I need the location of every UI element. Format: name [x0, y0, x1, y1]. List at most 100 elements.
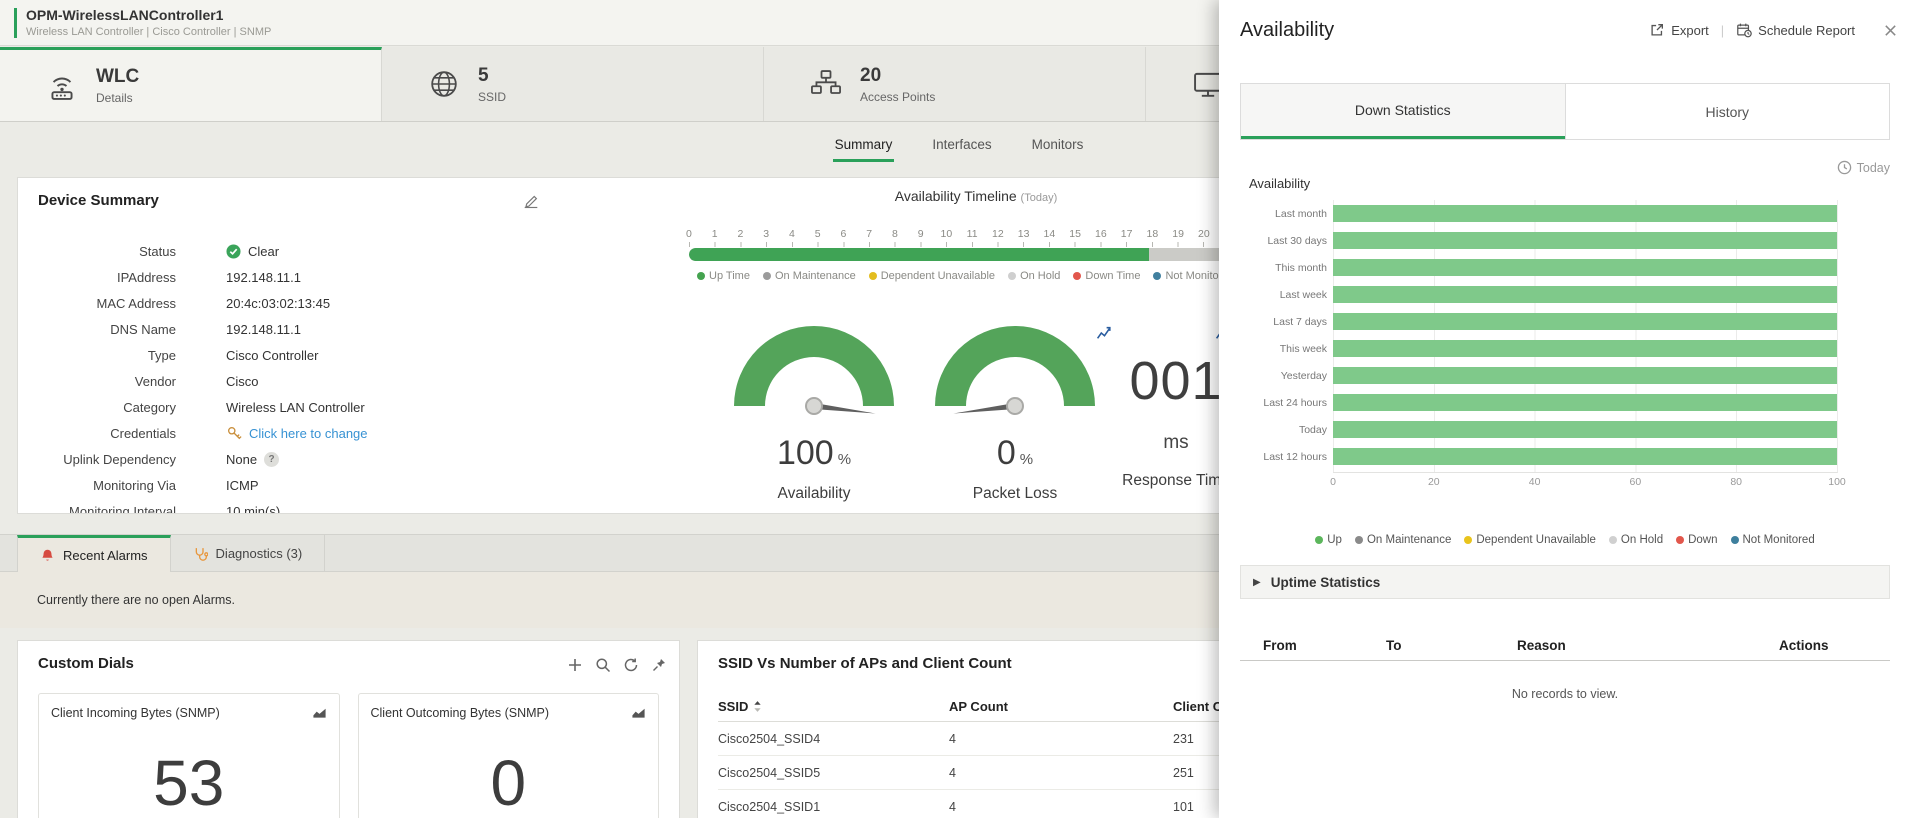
- chart-legend: Up On Maintenance Dependent Unavailable …: [1240, 534, 1890, 546]
- uptime-statistics-toggle[interactable]: ▶ Uptime Statistics: [1240, 565, 1890, 599]
- period-indicator[interactable]: Today: [1837, 160, 1890, 175]
- availability-bar-chart: Last month Last 30 days This month Last …: [1249, 200, 1837, 492]
- availability-bar: [1333, 394, 1837, 411]
- chart-row: Last 12 hours: [1249, 443, 1837, 470]
- legend-item: Not Monitored: [1731, 534, 1815, 546]
- availability-bar: [1333, 421, 1837, 438]
- sort-icon[interactable]: [753, 700, 762, 713]
- dial-value: 0: [359, 746, 659, 818]
- card-wlc-details[interactable]: WLC Details: [0, 47, 382, 121]
- legend-item: Up: [1315, 534, 1342, 546]
- field-dns-name: DNS Name 192.148.11.1: [18, 316, 578, 342]
- field-uplink-dependency: Uplink Dependency None ?: [18, 446, 578, 472]
- timeline-title: Availability Timeline (Today): [667, 188, 1285, 204]
- availability-bar: [1333, 286, 1837, 303]
- device-fields: Status Clear IPAddress 192.148.11.1 MAC …: [18, 238, 578, 514]
- status-value: Clear: [248, 244, 279, 259]
- header-accent-bar: [14, 8, 17, 38]
- card-value: WLC: [96, 66, 139, 88]
- field-monitoring-via: Monitoring Via ICMP: [18, 472, 578, 498]
- legend-item: On Maintenance: [763, 270, 856, 282]
- field-vendor: Vendor Cisco: [18, 368, 578, 394]
- card-label: Details: [96, 91, 139, 105]
- export-button[interactable]: Export: [1649, 22, 1709, 38]
- globe-icon: [426, 66, 462, 102]
- tab-down-statistics[interactable]: Down Statistics: [1241, 84, 1565, 139]
- device-title: OPM-WirelessLANController1: [26, 7, 271, 23]
- refresh-icon[interactable]: [623, 657, 639, 673]
- tab-monitors[interactable]: Monitors: [1030, 137, 1086, 162]
- records-header-row: From To Reason Actions: [1240, 630, 1890, 661]
- availability-bar: [1333, 340, 1837, 357]
- dial-client-incoming-bytes: Client Incoming Bytes (SNMP) 53: [38, 693, 340, 818]
- card-access-points[interactable]: 20 Access Points: [764, 47, 1146, 121]
- custom-dials-title: Custom Dials: [38, 655, 134, 672]
- tab-interfaces[interactable]: Interfaces: [930, 137, 993, 162]
- chart-row: Last 24 hours: [1249, 389, 1837, 416]
- tab-summary[interactable]: Summary: [833, 137, 895, 162]
- schedule-report-button[interactable]: Schedule Report: [1736, 22, 1855, 38]
- legend-item: Down Time: [1073, 270, 1140, 282]
- dial-client-outcoming-bytes: Client Outcoming Bytes (SNMP) 0: [358, 693, 660, 818]
- field-ipaddress: IPAddress 192.148.11.1: [18, 264, 578, 290]
- tab-recent-alarms[interactable]: Recent Alarms: [17, 535, 171, 572]
- legend-item: On Maintenance: [1355, 534, 1451, 546]
- timeline-legend: Up Time On Maintenance Dependent Unavail…: [697, 270, 1307, 282]
- down-records-table: From To Reason Actions No records to vie…: [1240, 630, 1890, 701]
- availability-gauge: 100% Availability: [734, 326, 894, 503]
- packet-loss-gauge: 0% Packet Loss: [935, 326, 1095, 503]
- tab-history[interactable]: History: [1565, 84, 1890, 139]
- area-chart-icon[interactable]: [631, 705, 646, 720]
- legend-item: On Hold: [1609, 534, 1663, 546]
- gauge-knob: [1006, 397, 1024, 415]
- clock-icon: [1837, 160, 1852, 175]
- chart-row: Last week: [1249, 281, 1837, 308]
- records-empty-message: No records to view.: [1240, 687, 1890, 701]
- ssid-table-title: SSID Vs Number of APs and Client Count: [718, 655, 1012, 672]
- app-window: OPM-WirelessLANController1 Wireless LAN …: [0, 0, 1918, 818]
- wifi-controller-icon: [44, 68, 80, 104]
- drawer-tabs: Down Statistics History: [1240, 83, 1890, 140]
- drawer-header: Availability Export | Schedule Report: [1240, 14, 1898, 46]
- card-value: 20: [860, 65, 935, 87]
- chart-x-axis: 0 20 40 60 80 100: [1333, 476, 1837, 492]
- dial-cards: Client Incoming Bytes (SNMP) 53 Client O…: [38, 693, 659, 818]
- alarm-bell-icon: [40, 548, 55, 563]
- close-icon[interactable]: [1883, 23, 1898, 38]
- availability-bar: [1333, 367, 1837, 384]
- field-mac-address: MAC Address 20:4c:03:02:13:45: [18, 290, 578, 316]
- chart-row: This month: [1249, 254, 1837, 281]
- chart-row: Last 30 days: [1249, 227, 1837, 254]
- status-clear-icon: [226, 244, 241, 259]
- edit-icon[interactable]: [522, 192, 540, 210]
- pin-icon[interactable]: [651, 657, 667, 673]
- gauge-knob: [805, 397, 823, 415]
- dial-value: 53: [39, 746, 339, 818]
- tab-diagnostics[interactable]: Diagnostics (3): [171, 535, 326, 571]
- gauge-label: Availability: [734, 485, 894, 503]
- add-dial-icon[interactable]: [567, 657, 583, 673]
- area-chart-icon[interactable]: [312, 705, 327, 720]
- availability-drawer: Availability Export | Schedule Report Do…: [1219, 0, 1918, 818]
- availability-bar: [1333, 232, 1837, 249]
- change-credentials-link[interactable]: Click here to change: [249, 426, 368, 441]
- chart-row: Last month: [1249, 200, 1837, 227]
- timeline-bar[interactable]: [689, 248, 1307, 261]
- card-ssid[interactable]: 5 SSID: [382, 47, 764, 121]
- search-icon[interactable]: [595, 657, 611, 673]
- uptime-fill: [689, 248, 1149, 261]
- legend-item: On Hold: [1008, 270, 1060, 282]
- diagnostics-icon: [193, 546, 208, 561]
- chart-row: Last 7 days: [1249, 308, 1837, 335]
- availability-bar: [1333, 313, 1837, 330]
- gauge-label: Packet Loss: [935, 485, 1095, 503]
- help-icon[interactable]: ?: [264, 452, 279, 467]
- chart-row: Today: [1249, 416, 1837, 443]
- drawer-title: Availability: [1240, 19, 1334, 42]
- card-value: 5: [478, 65, 506, 87]
- field-status: Status Clear: [18, 238, 578, 264]
- separator: |: [1721, 23, 1724, 38]
- expand-icon: ▶: [1253, 577, 1261, 588]
- availability-bar: [1333, 259, 1837, 276]
- card-label: Access Points: [860, 90, 935, 104]
